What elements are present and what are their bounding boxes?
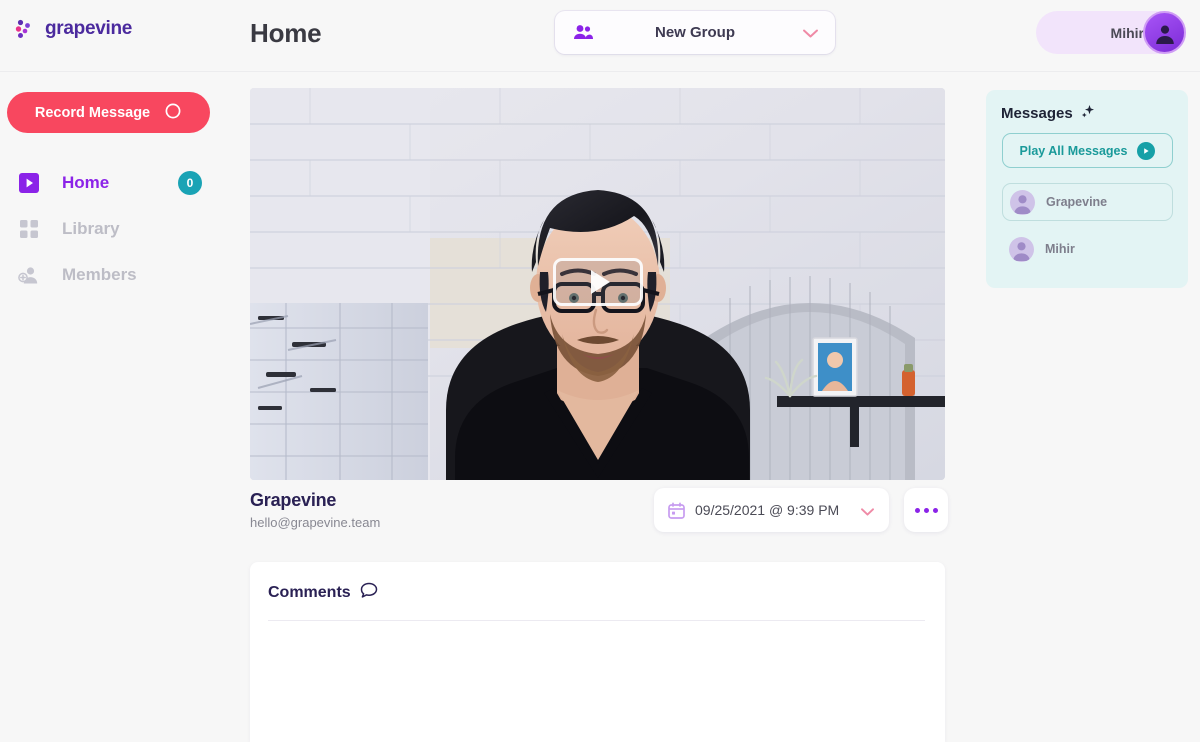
play-button[interactable]	[553, 258, 643, 306]
group-selector-label: New Group	[654, 24, 735, 41]
sidebar: Record Message Home 0 Library Members	[0, 72, 230, 670]
user-name: Mihir	[1110, 24, 1144, 41]
play-triangle-icon	[591, 270, 610, 294]
brand-logo[interactable]: grapevine	[12, 16, 132, 42]
home-unread-badge: 0	[178, 171, 202, 195]
sidebar-item-members[interactable]: Members	[0, 252, 230, 298]
avatar	[1009, 236, 1034, 262]
message-author-name: Grapevine	[250, 490, 337, 510]
more-options-button[interactable]	[904, 488, 948, 532]
main-content: Grapevine hello@grapevine.team 09/25/202…	[230, 72, 970, 742]
record-message-label: Record Message	[34, 104, 151, 121]
sidebar-item-library-label: Library	[62, 219, 120, 238]
brand-name: grapevine	[45, 18, 133, 39]
grid-squares-icon	[17, 217, 41, 241]
message-list-item-mihir[interactable]: Mihir	[1002, 230, 1173, 268]
comments-divider	[268, 620, 925, 621]
sidebar-item-home[interactable]: Home 0	[0, 160, 230, 206]
message-list-item-grapevine[interactable]: Grapevine	[1002, 183, 1173, 221]
page-title: Home	[250, 18, 322, 48]
avatar	[1010, 189, 1035, 215]
people-icon	[573, 24, 593, 45]
group-selector[interactable]: New Group	[555, 11, 835, 54]
user-menu[interactable]: Mihir	[1036, 11, 1186, 54]
message-list-item-label: Grapevine	[1046, 195, 1108, 209]
message-author-email: hello@grapevine.team	[250, 515, 381, 530]
comments-panel: Comments	[250, 562, 945, 742]
play-all-messages-label: Play All Messages	[1019, 143, 1128, 158]
record-message-button[interactable]: Record Message	[7, 92, 210, 133]
sidebar-nav: Home 0 Library Members	[0, 160, 230, 298]
more-dots-icon	[923, 507, 929, 513]
record-circle-icon	[164, 102, 182, 124]
comments-title: Comments	[268, 584, 351, 601]
messages-header: Messages	[1001, 103, 1096, 124]
sidebar-item-library[interactable]: Library	[0, 206, 230, 252]
calendar-icon	[668, 501, 685, 519]
play-all-messages-button[interactable]: Play All Messages	[1002, 133, 1173, 168]
more-dots-icon	[932, 507, 938, 513]
chevron-down-icon[interactable]	[860, 504, 875, 522]
messages-panel: Messages Play All Messages Grapevine Mih…	[986, 90, 1188, 288]
messages-title: Messages	[1001, 105, 1073, 122]
sidebar-item-home-label: Home	[62, 173, 110, 192]
play-circle-icon	[1137, 141, 1156, 160]
message-date-selector[interactable]: 09/25/2021 @ 9:39 PM	[654, 488, 889, 532]
message-list-item-label: Mihir	[1045, 242, 1075, 256]
message-meta-row: Grapevine hello@grapevine.team 09/25/202…	[250, 488, 948, 552]
message-date-text: 09/25/2021 @ 9:39 PM	[695, 502, 840, 518]
comments-header: Comments	[268, 582, 378, 604]
video-player[interactable]	[250, 88, 945, 480]
app-header: grapevine Home New Group Mihir	[0, 0, 1200, 72]
add-person-icon	[17, 263, 41, 287]
sparkle-icon	[1080, 103, 1096, 124]
sidebar-item-members-label: Members	[62, 265, 137, 284]
more-dots-icon	[914, 507, 920, 513]
play-square-icon	[17, 171, 41, 195]
chevron-down-icon[interactable]	[802, 26, 819, 44]
avatar[interactable]	[1143, 11, 1186, 54]
grapevine-dots-logo-icon	[12, 16, 38, 42]
speech-bubble-icon	[360, 582, 378, 604]
